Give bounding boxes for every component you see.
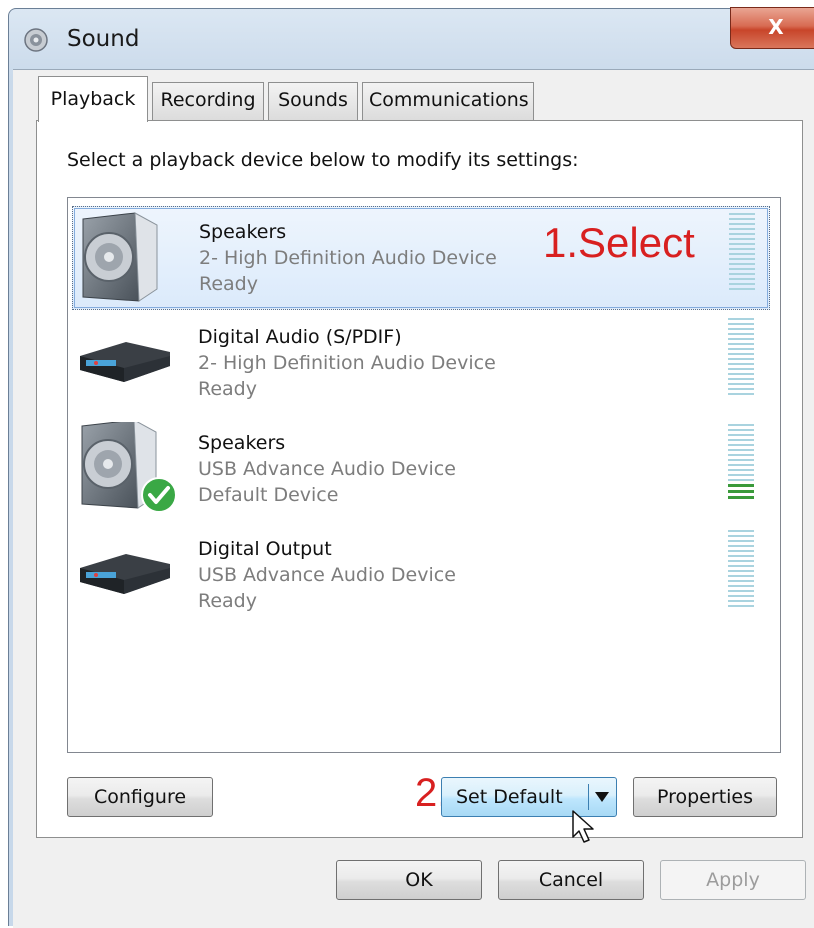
device-item-digital-output[interactable]: Digital Output USB Advance Audio Device … — [72, 524, 770, 628]
step1-annotation: 1.Select — [543, 219, 695, 266]
tab-recording[interactable]: Recording — [152, 82, 264, 120]
close-button[interactable]: X — [730, 7, 814, 49]
tab-communications[interactable]: Communications — [362, 82, 534, 120]
volume-meter — [728, 530, 754, 610]
device-status: Ready — [199, 273, 258, 295]
digital-audio-device-icon — [80, 342, 170, 382]
playback-tab-panel: Select a playback device below to modify… — [36, 120, 803, 843]
device-name: Digital Output — [198, 538, 332, 560]
device-item-speakers-hd[interactable]: Speakers 2- High Definition Audio Device… — [72, 206, 770, 310]
dropdown-arrow-icon[interactable] — [594, 790, 610, 804]
device-description: 2- High Definition Audio Device — [199, 247, 497, 269]
device-status: Ready — [198, 590, 257, 612]
split-separator — [588, 784, 589, 810]
set-default-label: Set Default — [456, 786, 563, 808]
device-item-speakers-usb[interactable]: Speakers USB Advance Audio Device Defaul… — [72, 418, 770, 522]
tab-sounds[interactable]: Sounds — [268, 82, 358, 120]
device-name: Speakers — [198, 432, 286, 454]
device-status: Default Device — [198, 484, 339, 506]
device-item-digital-audio-spdif[interactable]: Digital Audio (S/PDIF) 2- High Definitio… — [72, 312, 770, 416]
tab-playback[interactable]: Playback — [38, 76, 148, 122]
window-title: Sound — [67, 26, 140, 52]
device-name: Speakers — [199, 221, 287, 243]
device-description: USB Advance Audio Device — [198, 458, 456, 480]
digital-audio-device-icon — [80, 554, 170, 594]
device-description: 2- High Definition Audio Device — [198, 352, 496, 374]
device-status: Ready — [198, 378, 257, 400]
playback-device-list[interactable]: Speakers 2- High Definition Audio Device… — [67, 197, 781, 753]
properties-button[interactable]: Properties — [633, 777, 777, 817]
volume-meter — [728, 318, 754, 398]
apply-button[interactable]: Apply — [660, 860, 806, 900]
device-description: USB Advance Audio Device — [198, 564, 456, 586]
configure-button[interactable]: Configure — [67, 777, 213, 817]
speaker-icon — [82, 212, 158, 302]
sound-app-icon — [24, 28, 48, 52]
volume-meter — [729, 213, 755, 293]
device-name: Digital Audio (S/PDIF) — [198, 326, 402, 348]
cancel-button[interactable]: Cancel — [498, 860, 644, 900]
mouse-cursor-icon — [572, 810, 594, 843]
ok-button[interactable]: OK — [336, 860, 482, 900]
instruction-text: Select a playback device below to modify… — [67, 149, 579, 171]
default-device-check-icon — [141, 477, 177, 513]
volume-meter — [728, 424, 754, 504]
title-bar[interactable]: Sound X — [9, 7, 814, 71]
